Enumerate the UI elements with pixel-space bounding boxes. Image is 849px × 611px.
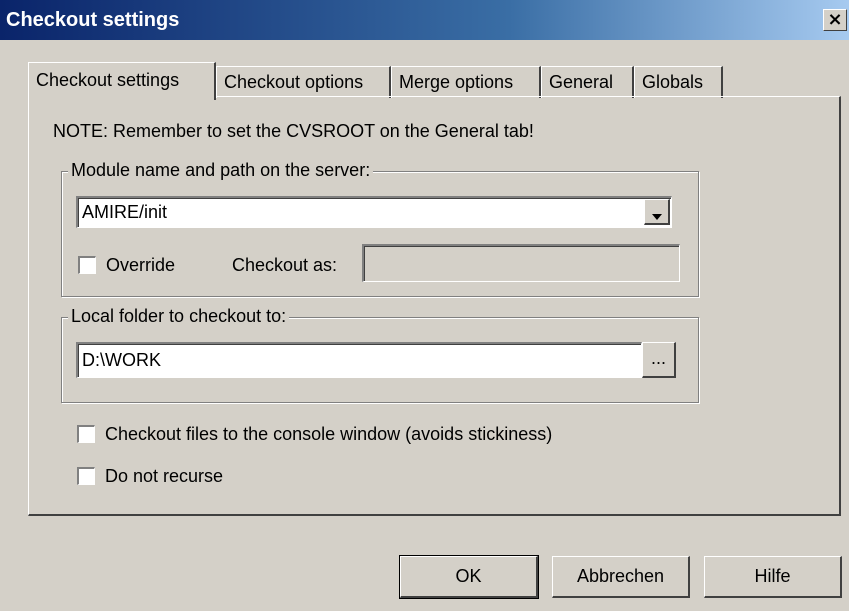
module-dropdown-button[interactable] [644,199,670,225]
cancel-button[interactable]: Abbrechen [552,556,690,598]
override-checkbox[interactable] [78,256,96,274]
no-recurse-checkbox[interactable] [77,467,95,485]
tab-label: Checkout settings [36,70,180,90]
tab-label: Checkout options [224,72,364,92]
console-label: Checkout files to the console window (av… [105,424,553,444]
cancel-label: Abbrechen [576,566,665,586]
local-folder-value: D:\WORK [82,350,161,370]
module-group: Module name and path on the server: AMIR… [61,160,699,297]
tab-panel: NOTE: Remember to set the CVSROOT on the… [28,96,841,516]
local-folder-group: Local folder to checkout to: D:\WORK ... [61,306,699,403]
no-recurse-row[interactable]: Do not recurse [77,465,377,487]
ok-label: OK [455,566,482,586]
help-label: Hilfe [754,566,791,586]
close-icon: × [827,9,843,30]
cvsroot-note: NOTE: Remember to set the CVSROOT on the… [53,121,534,141]
module-value: AMIRE/init [82,202,168,222]
browse-label: ... [650,348,666,368]
help-button[interactable]: Hilfe [704,556,842,598]
browse-button[interactable]: ... [642,342,676,378]
override-row[interactable]: Override [78,254,218,276]
tab-checkout-settings[interactable]: Checkout settings [28,62,216,100]
checkout-as-label: Checkout as: [232,255,338,275]
console-option-row[interactable]: Checkout files to the console window (av… [77,423,677,445]
chevron-down-icon [651,214,662,220]
ok-button[interactable]: OK [399,555,539,599]
module-combobox[interactable]: AMIRE/init [76,196,672,228]
local-folder-legend: Local folder to checkout to: [68,306,290,327]
tab-label: Globals [642,72,704,92]
tab-general[interactable]: General [541,66,634,98]
tab-globals[interactable]: Globals [634,66,723,98]
module-group-legend: Module name and path on the server: [68,160,374,181]
tab-merge-options[interactable]: Merge options [391,66,541,98]
tab-label: Merge options [399,72,514,92]
override-label: Override [106,255,176,275]
local-folder-input[interactable]: D:\WORK [76,342,642,378]
console-checkbox[interactable] [77,425,95,443]
checkout-as-field[interactable] [362,244,680,282]
title-bar: Checkout settings × [0,0,849,40]
tab-label: General [549,72,614,92]
window-title: Checkout settings [6,9,180,31]
no-recurse-label: Do not recurse [105,466,224,486]
tab-checkout-options[interactable]: Checkout options [216,66,391,98]
close-button[interactable]: × [823,9,847,31]
